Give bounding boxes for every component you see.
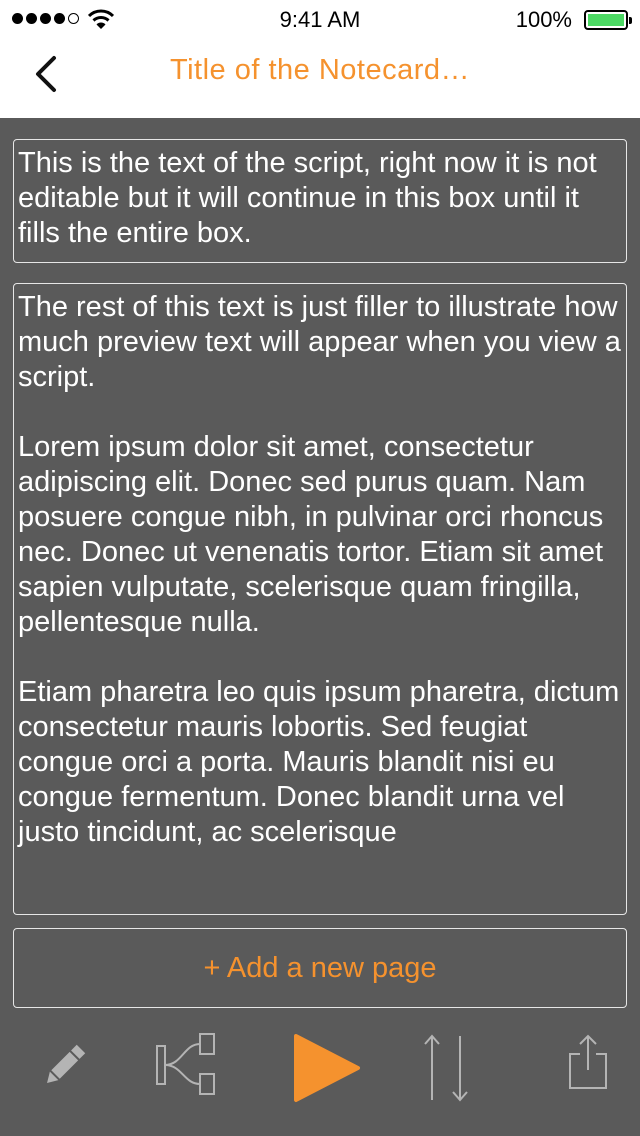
battery-icon [584,10,632,30]
header: 9:41 AM 100% Title of the Notecard… [0,0,640,118]
branch-icon [156,1033,215,1095]
branch-button[interactable] [154,1032,218,1103]
play-button[interactable] [290,1030,362,1111]
status-bar: 9:41 AM 100% [0,0,640,40]
script-body-box[interactable]: The rest of this text is just filler to … [13,283,627,915]
script-preview-box: This is the text of the script, right no… [13,139,627,263]
pencil-icon [47,1044,86,1083]
share-button[interactable] [564,1032,612,1097]
add-page-button[interactable]: + Add a new page [13,928,627,1008]
nav-bar: Title of the Notecard… [0,40,640,118]
share-icon [569,1034,607,1089]
battery-percentage: 100% [515,7,572,32]
page-title: Title of the Notecard… [169,54,471,86]
reorder-button[interactable] [418,1032,474,1109]
bottom-toolbar [0,1020,640,1136]
edit-button[interactable] [38,1040,90,1097]
play-icon [294,1034,360,1102]
battery-fill [588,14,624,26]
reorder-icon [424,1034,468,1102]
